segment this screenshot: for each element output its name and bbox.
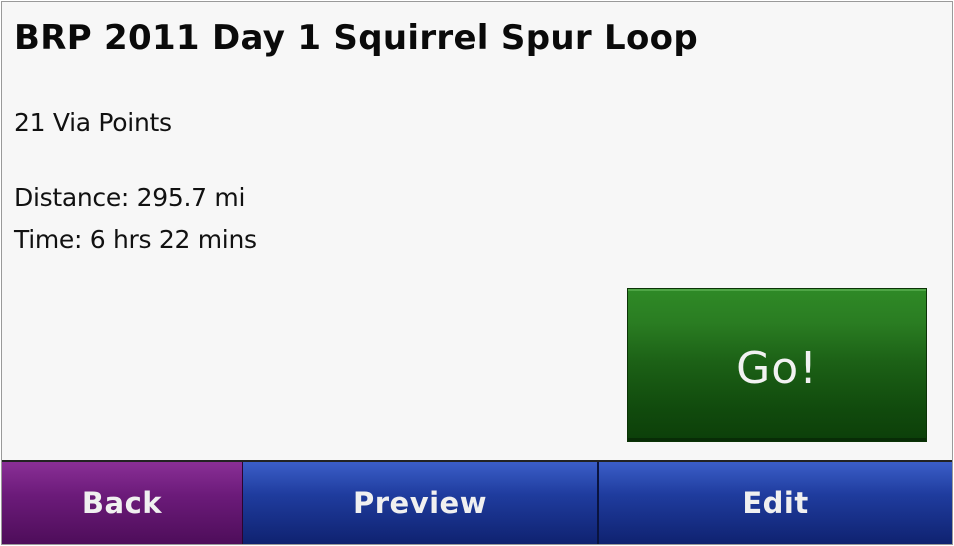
route-details-screen: BRP 2011 Day 1 Squirrel Spur Loop 21 Via… bbox=[1, 1, 953, 545]
go-button[interactable]: Go! bbox=[627, 288, 927, 442]
back-button-label: Back bbox=[81, 486, 163, 520]
bottom-action-bar: Back Preview Edit bbox=[2, 460, 952, 544]
preview-button-label: Preview bbox=[352, 486, 488, 520]
via-points-count: 21 Via Points bbox=[14, 108, 172, 137]
preview-button[interactable]: Preview bbox=[243, 462, 599, 544]
edit-button[interactable]: Edit bbox=[599, 462, 952, 544]
go-button-label: Go! bbox=[736, 342, 818, 394]
edit-button-label: Edit bbox=[742, 486, 809, 520]
route-distance: Distance: 295.7 mi bbox=[14, 183, 246, 212]
route-title: BRP 2011 Day 1 Squirrel Spur Loop bbox=[14, 18, 698, 58]
back-button[interactable]: Back bbox=[2, 462, 243, 544]
route-time: Time: 6 hrs 22 mins bbox=[14, 225, 257, 254]
